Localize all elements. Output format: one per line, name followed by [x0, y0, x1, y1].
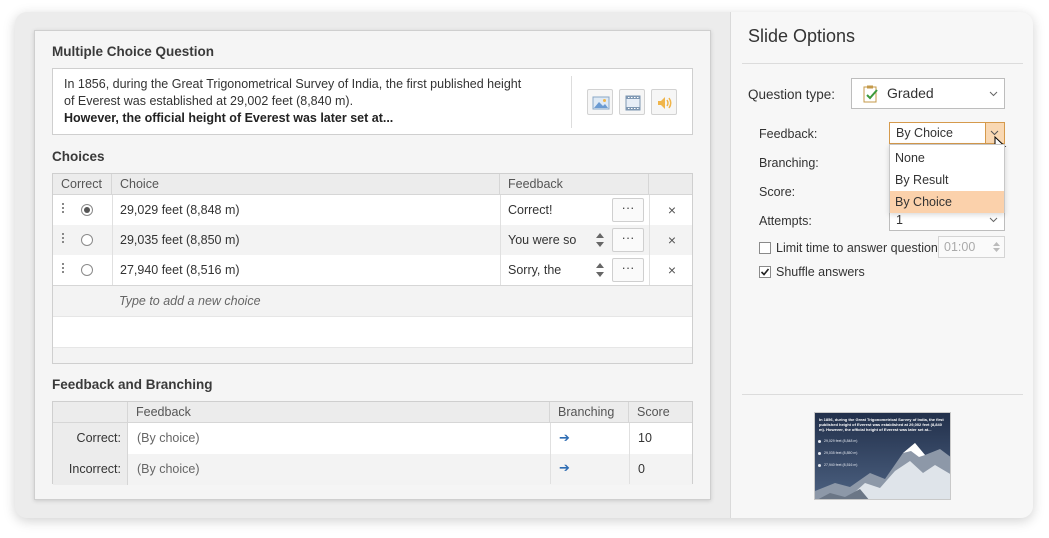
choice-feedback[interactable]: Correct!: [508, 195, 588, 225]
delete-choice-icon[interactable]: ×: [665, 225, 679, 255]
question-line: of Everest was established at 29,002 fee…: [64, 94, 354, 108]
panel-title: Slide Options: [748, 26, 856, 46]
choice-row[interactable]: 27,940 feet (8,516 m) Sorry, the ··· ×: [53, 255, 692, 285]
feedback-table: Feedback Branching Score Correct: (By ch…: [52, 401, 693, 485]
question-editor: Multiple Choice Question In 1856, during…: [34, 30, 711, 500]
add-choice-placeholder[interactable]: Type to add a new choice: [119, 286, 261, 317]
video-icon: [625, 95, 641, 111]
time-limit-input[interactable]: 01:00: [938, 236, 1005, 258]
drag-handle-icon[interactable]: [62, 233, 65, 247]
column-header-actions: [649, 174, 692, 195]
feedback-branching-title: Feedback and Branching: [52, 377, 213, 392]
drag-handle-icon[interactable]: [62, 203, 65, 217]
branching-label: Branching:: [759, 156, 819, 170]
column-header-blank: [53, 402, 128, 423]
limit-time-checkbox[interactable]: [759, 242, 771, 254]
chevron-down-icon: [989, 217, 998, 223]
slide-options-panel: Slide Options Question type: Graded Feed…: [730, 12, 1033, 518]
choice-feedback[interactable]: Sorry, the: [508, 255, 588, 285]
row-label: Incorrect:: [53, 454, 128, 485]
edit-feedback-button[interactable]: ···: [612, 198, 644, 222]
question-text-box[interactable]: In 1856, during the Great Trigonometrica…: [52, 68, 693, 135]
choice-row[interactable]: 29,035 feet (8,850 m) You were so ··· ×: [53, 225, 692, 255]
thumbnail-choice: 29,035 feet (8,850 m): [817, 451, 858, 455]
feedback-row-correct: Correct: (By choice) ➔ 10: [53, 423, 692, 454]
feedback-label: Feedback:: [759, 127, 818, 141]
picture-icon: [592, 96, 610, 110]
delete-choice-icon[interactable]: ×: [665, 255, 679, 285]
divider: [742, 394, 1023, 395]
question-type-label: Question type:: [748, 87, 836, 102]
choice-row[interactable]: 29,029 feet (8,848 m) Correct! ··· ×: [53, 195, 692, 225]
row-label: Correct:: [53, 423, 128, 454]
attempts-value: 1: [896, 213, 903, 227]
feedback-value[interactable]: (By choice): [137, 454, 537, 484]
column-header-score[interactable]: Score: [629, 402, 692, 423]
thumbnail-choice: 27,940 feet (8,516 m): [817, 463, 858, 467]
correct-radio[interactable]: [81, 204, 93, 216]
column-header-branching[interactable]: Branching: [550, 402, 629, 423]
question-text[interactable]: In 1856, during the Great Trigonometrica…: [64, 76, 554, 127]
edit-feedback-button[interactable]: ···: [612, 258, 644, 282]
question-type-dropdown[interactable]: Graded: [851, 78, 1005, 109]
app-window: Multiple Choice Question In 1856, during…: [15, 12, 1033, 518]
checkmark-icon: [760, 268, 770, 276]
question-line-bold: However, the official height of Everest …: [64, 111, 394, 125]
score-label: Score:: [759, 185, 796, 199]
delete-choice-icon[interactable]: ×: [665, 195, 679, 225]
audio-icon: [658, 97, 672, 109]
feedback-value: By Choice: [896, 126, 953, 140]
insert-video-button[interactable]: [619, 89, 645, 115]
choices-table: Correct Choice Feedback 29,029 feet (8,8…: [52, 173, 693, 364]
correct-radio[interactable]: [81, 234, 93, 246]
choice-text[interactable]: 29,029 feet (8,848 m): [120, 195, 495, 225]
choice-feedback[interactable]: You were so: [508, 225, 588, 255]
choices-title: Choices: [52, 149, 105, 164]
arrow-right-icon[interactable]: ➔: [559, 460, 570, 476]
add-choice-row[interactable]: Type to add a new choice: [53, 285, 692, 317]
time-limit-value: 01:00: [944, 240, 976, 254]
dropdown-option-none[interactable]: None: [890, 147, 1004, 169]
score-value[interactable]: 10: [638, 423, 688, 454]
divider: [742, 63, 1023, 64]
dropdown-option-by-choice[interactable]: By Choice: [890, 191, 1004, 213]
arrow-right-icon[interactable]: ➔: [559, 430, 570, 446]
column-header-correct[interactable]: Correct: [53, 174, 112, 195]
slide-thumbnail[interactable]: In 1856, during the Great Trigonometrica…: [814, 412, 951, 500]
feedback-value[interactable]: (By choice): [137, 423, 537, 454]
column-header-feedback[interactable]: Feedback: [128, 402, 550, 423]
limit-time-label: Limit time to answer question:: [776, 241, 942, 255]
edit-feedback-button[interactable]: ···: [612, 228, 644, 252]
question-type-value: Graded: [887, 85, 934, 101]
insert-audio-button[interactable]: [651, 89, 677, 115]
feedback-row-incorrect: Incorrect: (By choice) ➔ 0: [53, 454, 692, 485]
graded-question-icon: [863, 85, 878, 103]
scroll-spinner-icon[interactable]: [595, 260, 605, 280]
attempts-label: Attempts:: [759, 214, 812, 228]
chevron-down-icon: [989, 91, 998, 96]
spinner-icon[interactable]: [993, 241, 1000, 253]
score-value[interactable]: 0: [638, 454, 688, 484]
column-header-choice[interactable]: Choice: [112, 174, 500, 195]
choice-text[interactable]: 29,035 feet (8,850 m): [120, 225, 495, 255]
shuffle-answers-label: Shuffle answers: [776, 265, 865, 279]
scroll-spinner-icon[interactable]: [595, 230, 605, 250]
divider: [571, 76, 572, 128]
shuffle-answers-checkbox[interactable]: [759, 266, 771, 278]
insert-picture-button[interactable]: [587, 89, 613, 115]
drag-handle-icon[interactable]: [62, 263, 65, 277]
editor-title: Multiple Choice Question: [52, 44, 215, 59]
dropdown-option-by-result[interactable]: By Result: [890, 169, 1004, 191]
correct-radio[interactable]: [81, 264, 93, 276]
question-line: In 1856, during the Great Trigonometrica…: [64, 77, 522, 91]
feedback-dropdown[interactable]: By Choice: [889, 122, 1005, 144]
thumbnail-choice: 29,029 feet (8,848 m): [817, 439, 858, 443]
table-footer: [53, 347, 692, 363]
column-header-feedback[interactable]: Feedback: [500, 174, 649, 195]
feedback-dropdown-list: None By Result By Choice: [889, 144, 1005, 213]
thumbnail-question-text: In 1856, during the Great Trigonometrica…: [819, 417, 944, 432]
choice-text[interactable]: 27,940 feet (8,516 m): [120, 255, 495, 285]
